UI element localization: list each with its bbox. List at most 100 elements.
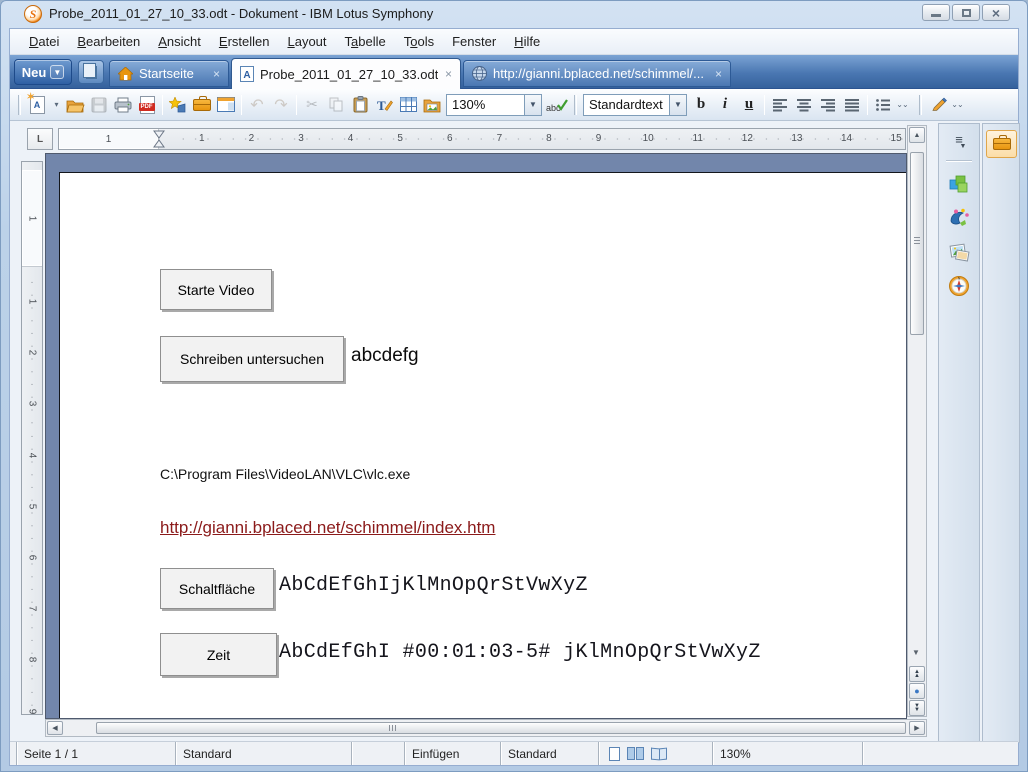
new-document-button[interactable]: Neu ▼ xyxy=(14,59,72,85)
redo-icon[interactable]: ↷ xyxy=(269,93,293,117)
tab-close-icon[interactable]: × xyxy=(445,69,452,79)
gallery-photos-icon[interactable] xyxy=(946,239,972,265)
draw-overflow-icon[interactable]: ⌄⌄ xyxy=(950,93,964,117)
toolbar-overflow-icon[interactable]: ⌄⌄ xyxy=(895,93,909,117)
status-insert-mode[interactable]: Einfügen xyxy=(405,742,501,765)
sidebar-menu-button[interactable]: ≡ ▼ xyxy=(952,136,967,151)
multi-page-view-icon[interactable] xyxy=(627,747,644,760)
gallery-icon[interactable] xyxy=(420,93,444,117)
paste-icon[interactable] xyxy=(348,93,372,117)
sidebar-toolbox-panel xyxy=(982,123,1020,743)
toolbox-button[interactable] xyxy=(986,130,1017,158)
spellcheck-icon[interactable]: abc xyxy=(544,93,570,117)
underline-button[interactable]: u xyxy=(737,93,761,117)
align-left-icon[interactable] xyxy=(768,93,792,117)
window-controls: × xyxy=(922,4,1010,21)
single-page-view-icon[interactable] xyxy=(609,747,620,761)
zoom-dropdown-icon[interactable]: ▼ xyxy=(524,95,541,115)
maximize-icon xyxy=(962,9,971,17)
widgets-cube-icon[interactable] xyxy=(946,171,972,197)
print-icon[interactable] xyxy=(111,93,135,117)
undo-icon[interactable]: ↶ xyxy=(245,93,269,117)
menu-item[interactable]: Datei xyxy=(20,31,68,52)
tab-stop-selector[interactable]: L xyxy=(27,128,53,150)
zoom-combo[interactable]: 130% ▼ xyxy=(446,94,542,116)
scroll-right-icon[interactable]: ▶ xyxy=(909,721,925,735)
scroll-up-icon[interactable]: ▲ xyxy=(909,127,925,143)
save-icon[interactable] xyxy=(87,93,111,117)
toolbar-grip[interactable] xyxy=(919,95,922,115)
open-file-icon[interactable] xyxy=(63,93,87,117)
new-text-document-icon[interactable]: ✶A xyxy=(25,93,49,117)
chevron-down-icon: ▼ xyxy=(952,143,967,151)
new-dropdown-arrow-icon[interactable]: ▾ xyxy=(49,93,63,117)
tab-close-icon[interactable]: × xyxy=(213,69,220,79)
hyperlink[interactable]: http://gianni.bplaced.net/schimmel/index… xyxy=(160,518,495,538)
menu-item[interactable]: Erstellen xyxy=(210,31,279,52)
horizontal-scroll-thumb[interactable] xyxy=(96,722,906,734)
vertical-scroll-thumb[interactable] xyxy=(910,152,924,335)
panel-window-icon[interactable] xyxy=(214,93,238,117)
schaltflaeche-button[interactable]: Schaltfläche xyxy=(160,568,274,609)
indent-marker[interactable] xyxy=(153,130,165,148)
status-bar: Seite 1 / 1 Standard Einfügen Standard 1… xyxy=(10,741,1018,765)
toolbar-grip[interactable] xyxy=(18,95,21,115)
draw-pencil-icon[interactable] xyxy=(926,93,950,117)
status-view-layout xyxy=(599,742,713,765)
scroll-down-icon[interactable]: ▼ xyxy=(912,648,920,657)
menu-item[interactable]: Tools xyxy=(395,31,443,52)
menu-item[interactable]: Ansicht xyxy=(149,31,210,52)
tab-startseite[interactable]: Startseite × xyxy=(109,60,229,87)
toolbar-grip[interactable] xyxy=(574,95,577,115)
new-from-template-icon[interactable] xyxy=(166,93,190,117)
tab-browser[interactable]: http://gianni.bplaced.net/schimmel/... × xyxy=(463,60,731,87)
horizontal-scrollbar[interactable]: ◀ ▶ xyxy=(45,719,927,737)
format-paintbrush-icon[interactable]: T xyxy=(372,93,396,117)
tab-document[interactable]: A Probe_2011_01_27_10_33.odt × xyxy=(231,58,461,89)
navigation-button[interactable]: ● xyxy=(909,683,925,699)
status-page-style[interactable]: Standard xyxy=(176,742,352,765)
bullet-list-icon[interactable] xyxy=(871,93,895,117)
export-pdf-icon[interactable]: PDF xyxy=(135,93,159,117)
svg-text:A: A xyxy=(243,70,250,81)
menu-item[interactable]: Tabelle xyxy=(336,31,395,52)
document-view[interactable]: Starte Video Schreiben untersuchen abcde… xyxy=(45,153,907,719)
menu-item[interactable]: Fenster xyxy=(443,31,505,52)
menu-item[interactable]: Hilfe xyxy=(505,31,549,52)
next-page-button[interactable]: ▼▼ xyxy=(909,700,925,716)
scroll-left-icon[interactable]: ◀ xyxy=(47,721,63,735)
clipart-icon[interactable] xyxy=(946,205,972,231)
style-dropdown-icon[interactable]: ▼ xyxy=(669,95,686,115)
book-view-icon[interactable] xyxy=(651,748,667,760)
previous-page-button[interactable]: ▲▲ xyxy=(909,666,925,682)
toolbox-icon[interactable] xyxy=(190,93,214,117)
status-selection-mode[interactable]: Standard xyxy=(501,742,599,765)
menu-item[interactable]: Layout xyxy=(278,31,335,52)
document-page[interactable]: Starte Video Schreiben untersuchen abcde… xyxy=(59,172,907,719)
duplicate-tab-button[interactable] xyxy=(78,60,104,84)
new-dropdown-icon[interactable]: ▼ xyxy=(50,65,64,79)
status-zoom[interactable]: 130% xyxy=(713,742,863,765)
tab-close-icon[interactable]: × xyxy=(715,69,722,79)
menu-item[interactable]: Bearbeiten xyxy=(68,31,149,52)
close-button[interactable]: × xyxy=(982,4,1010,21)
maximize-button[interactable] xyxy=(952,4,980,21)
compass-icon[interactable]: N xyxy=(946,273,972,299)
vertical-ruler[interactable]: 1 123456789 xyxy=(21,161,43,715)
align-justify-icon[interactable] xyxy=(840,93,864,117)
align-center-icon[interactable] xyxy=(792,93,816,117)
horizontal-ruler[interactable]: 1 123456789101112131415 xyxy=(58,128,906,150)
cut-icon[interactable]: ✂ xyxy=(300,93,324,117)
italic-button[interactable]: i xyxy=(713,93,737,117)
align-right-icon[interactable] xyxy=(816,93,840,117)
zeit-button[interactable]: Zeit xyxy=(160,633,277,676)
insert-table-icon[interactable] xyxy=(396,93,420,117)
title-bar[interactable]: S Probe_2011_01_27_10_33.odt - Dokument … xyxy=(0,0,1028,28)
vertical-scrollbar[interactable]: ▲ ▼ ▲▲ ● ▼▼ xyxy=(907,125,927,717)
bold-button[interactable]: b xyxy=(689,93,713,117)
paragraph-style-combo[interactable]: Standardtext ▼ xyxy=(583,94,687,116)
starte-video-button[interactable]: Starte Video xyxy=(160,269,272,310)
copy-icon[interactable] xyxy=(324,93,348,117)
schreiben-untersuchen-button[interactable]: Schreiben untersuchen xyxy=(160,336,344,382)
minimize-button[interactable] xyxy=(922,4,950,21)
